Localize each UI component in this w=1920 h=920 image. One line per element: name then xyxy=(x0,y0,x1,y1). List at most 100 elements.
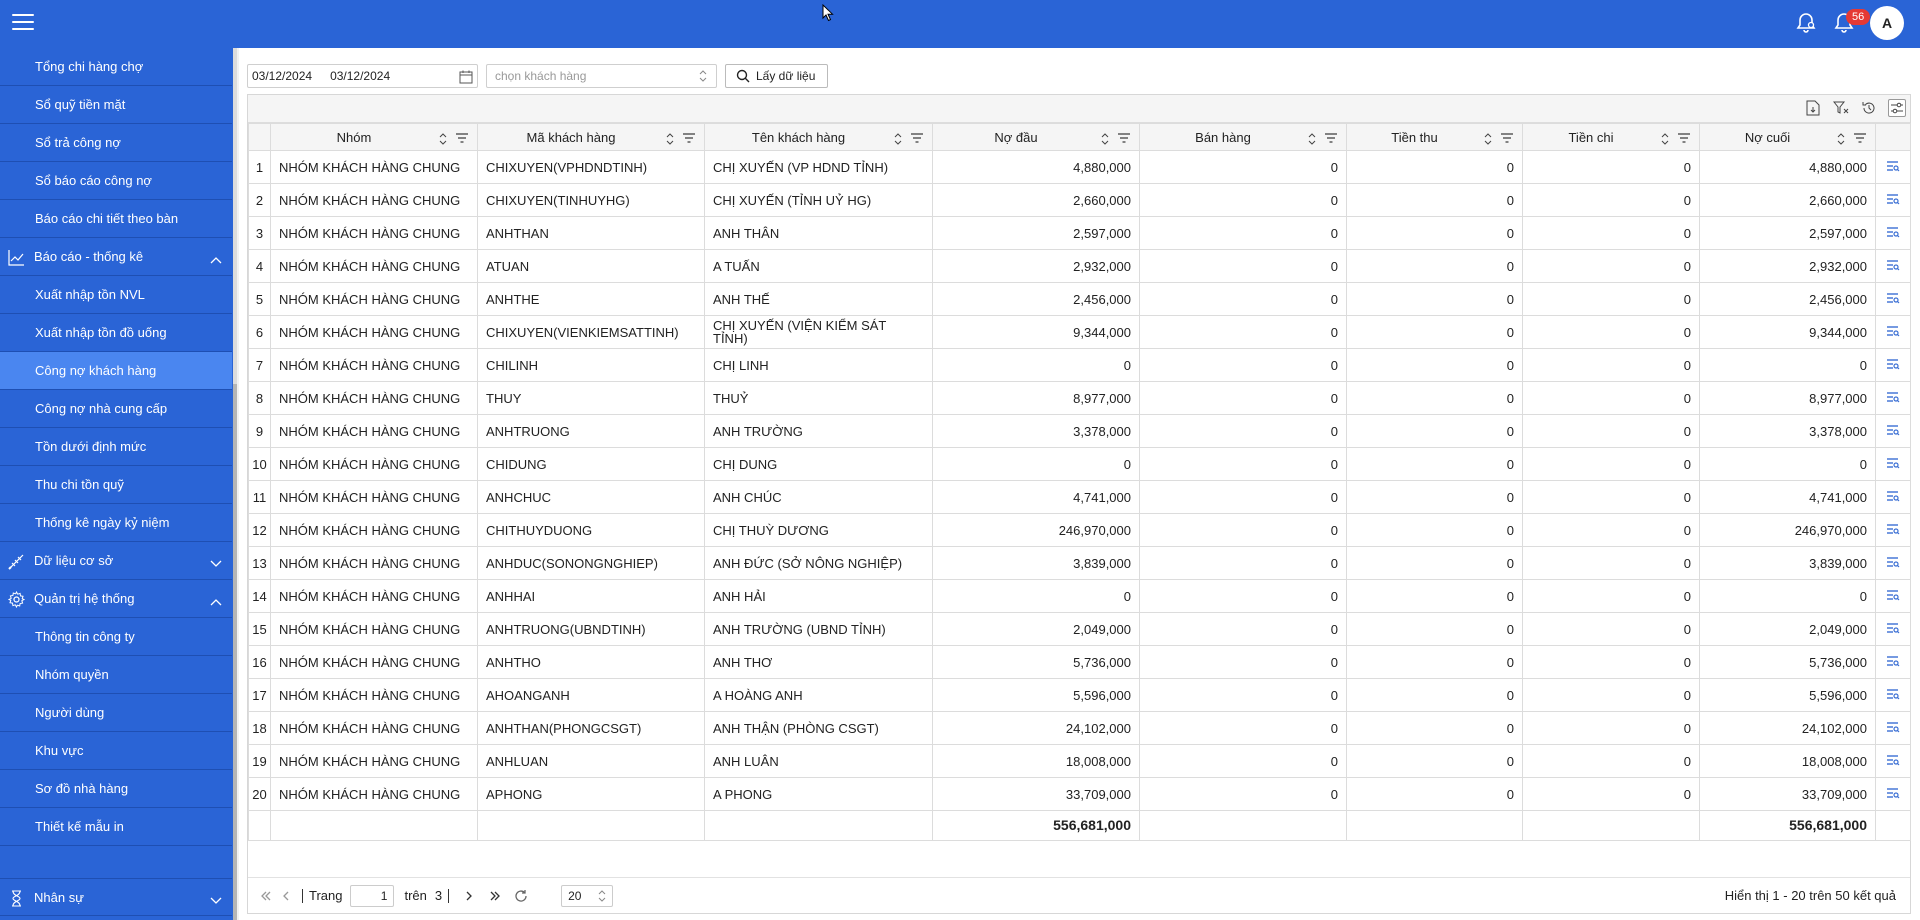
table-row[interactable]: 11 NHÓM KHÁCH HÀNG CHUNG ANHCHUC ANH CHÚC 4,… xyxy=(248,480,1911,514)
table-row[interactable]: 14 NHÓM KHÁCH HÀNG CHUNG ANHHAI ANH HẢI 0 0 0 0… xyxy=(248,579,1911,613)
row-detail-cell[interactable] xyxy=(1875,777,1911,811)
sidebar-item-bao-cao-chi-tiet-theo-ban[interactable]: Báo cáo chi tiết theo bàn xyxy=(0,200,232,238)
sidebar-item-cong-no-khach-hang[interactable]: Công nợ khách hàng xyxy=(0,352,232,390)
last-page-icon[interactable] xyxy=(485,886,505,906)
sidebar-group-du-lieu-co-so[interactable]: Dữ liệu cơ sở xyxy=(0,542,232,580)
avatar[interactable]: A xyxy=(1870,6,1904,40)
filter-icon[interactable] xyxy=(910,132,924,147)
sort-icon[interactable] xyxy=(894,133,902,148)
row-detail-cell[interactable] xyxy=(1875,348,1911,382)
table-row[interactable]: 5 NHÓM KHÁCH HÀNG CHUNG ANHTHE ANH THẾ 2,456… xyxy=(248,282,1911,316)
sidebar-item-cong-no-nha-cung-cap[interactable]: Công nợ nhà cung cấp xyxy=(0,390,232,428)
view-detail-icon[interactable] xyxy=(1886,226,1900,241)
view-detail-icon[interactable] xyxy=(1886,622,1900,637)
sidebar-item-xuat-nhap-ton-nvl[interactable]: Xuất nhập tồn NVL xyxy=(0,276,232,314)
column-header-tien-thu[interactable]: Tiền thu xyxy=(1346,123,1523,151)
table-row[interactable]: 16 NHÓM KHÁCH HÀNG CHUNG ANHTHO ANH THƠ 5,73… xyxy=(248,645,1911,679)
sidebar-item-thiet-ke-mau-in[interactable]: Thiết kế mẫu in xyxy=(0,808,232,846)
sidebar-item-tong-chi-hang-cho[interactable]: Tổng chi hàng chợ xyxy=(0,48,232,86)
row-detail-cell[interactable] xyxy=(1875,282,1911,316)
table-row[interactable]: 18 NHÓM KHÁCH HÀNG CHUNG ANHTHAN(PHONGCSGT… xyxy=(248,711,1911,745)
column-header-tien-chi[interactable]: Tiền chi xyxy=(1522,123,1700,151)
row-detail-cell[interactable] xyxy=(1875,381,1911,415)
row-detail-cell[interactable] xyxy=(1875,183,1911,217)
row-detail-cell[interactable] xyxy=(1875,315,1911,349)
view-detail-icon[interactable] xyxy=(1886,754,1900,769)
next-page-icon[interactable] xyxy=(459,886,479,906)
row-detail-cell[interactable] xyxy=(1875,513,1911,547)
table-row[interactable]: 9 NHÓM KHÁCH HÀNG CHUNG ANHTRUONG ANH TRƯỜN… xyxy=(248,414,1911,448)
row-detail-cell[interactable] xyxy=(1875,678,1911,712)
view-detail-icon[interactable] xyxy=(1886,358,1900,373)
date-to[interactable]: 03/12/2024 xyxy=(330,69,390,83)
filter-icon[interactable] xyxy=(1324,132,1338,147)
page-number-input[interactable]: 1 xyxy=(350,884,395,907)
column-header-ten-khach-hang[interactable]: Tên khách hàng xyxy=(704,123,933,151)
table-row[interactable]: 20 NHÓM KHÁCH HÀNG CHUNG APHONG A PHONG 33,7… xyxy=(248,777,1911,811)
sidebar-item-khu-vuc[interactable]: Khu vực xyxy=(0,732,232,770)
row-detail-cell[interactable] xyxy=(1875,711,1911,745)
view-detail-icon[interactable] xyxy=(1886,721,1900,736)
prev-page-icon[interactable] xyxy=(276,886,296,906)
row-detail-cell[interactable] xyxy=(1875,216,1911,250)
sort-icon[interactable] xyxy=(1661,133,1669,148)
sidebar-scrollbar-thumb[interactable] xyxy=(233,384,237,920)
column-header-no-cuoi[interactable]: Nợ cuối xyxy=(1699,123,1876,151)
table-row[interactable]: 13 NHÓM KHÁCH HÀNG CHUNG ANHDUC(SONONGNGHI… xyxy=(248,546,1911,580)
sidebar-group-quan-tri-he-thong[interactable]: Quản trị hệ thống xyxy=(0,580,232,618)
sidebar-item-thong-tin-cong-ty[interactable]: Thông tin công ty xyxy=(0,618,232,656)
view-detail-icon[interactable] xyxy=(1886,292,1900,307)
sort-icon[interactable] xyxy=(439,133,447,148)
table-row[interactable]: 3 NHÓM KHÁCH HÀNG CHUNG ANHTHAN ANH THÂN 2,5… xyxy=(248,216,1911,250)
sort-icon[interactable] xyxy=(1101,133,1109,148)
date-from[interactable]: 03/12/2024 xyxy=(252,69,312,83)
table-row[interactable]: 17 NHÓM KHÁCH HÀNG CHUNG AHOANGANH A HOÀNG … xyxy=(248,678,1911,712)
row-detail-cell[interactable] xyxy=(1875,645,1911,679)
view-detail-icon[interactable] xyxy=(1886,688,1900,703)
date-range-picker[interactable]: 03/12/2024 03/12/2024 xyxy=(247,64,478,88)
filter-icon[interactable] xyxy=(1117,132,1131,147)
sidebar-item-ton-duoi-dinh-muc[interactable]: Tồn dưới định mức xyxy=(0,428,232,466)
filter-icon[interactable] xyxy=(455,132,469,147)
sort-icon[interactable] xyxy=(1308,133,1316,148)
table-row[interactable]: 12 NHÓM KHÁCH HÀNG CHUNG CHITHUYDUONG CHỊ T… xyxy=(248,513,1911,547)
sidebar-item-so-tra-cong-no[interactable]: Sổ trả công nợ xyxy=(0,124,232,162)
view-detail-icon[interactable] xyxy=(1886,457,1900,472)
sort-icon[interactable] xyxy=(1837,133,1845,148)
view-detail-icon[interactable] xyxy=(1886,391,1900,406)
table-row[interactable]: 6 NHÓM KHÁCH HÀNG CHUNG CHIXUYEN(VIENKIEMS… xyxy=(248,315,1911,349)
sidebar-item-thong-ke-ngay-ky-niem[interactable]: Thống kê ngày kỷ niệm xyxy=(0,504,232,542)
table-row[interactable]: 8 NHÓM KHÁCH HÀNG CHUNG THUY THUỶ 8,977,000 0… xyxy=(248,381,1911,415)
filter-icon[interactable] xyxy=(1853,132,1867,147)
table-row[interactable]: 4 NHÓM KHÁCH HÀNG CHUNG ATUAN A TUẤN 2,932,0… xyxy=(248,249,1911,283)
sidebar-item-so-do-nha-hang[interactable]: Sơ đồ nhà hàng xyxy=(0,770,232,808)
view-detail-icon[interactable] xyxy=(1886,424,1900,439)
column-header-no-dau[interactable]: Nợ đầu xyxy=(932,123,1140,151)
page-size-select[interactable]: 20 xyxy=(561,884,614,907)
fetch-data-button[interactable]: Lấy dữ liệu xyxy=(725,64,829,88)
row-detail-cell[interactable] xyxy=(1875,249,1911,283)
view-detail-icon[interactable] xyxy=(1886,589,1900,604)
export-excel-icon[interactable] xyxy=(1804,99,1822,117)
row-detail-cell[interactable] xyxy=(1875,150,1911,184)
filter-icon[interactable] xyxy=(1500,132,1514,147)
sidebar-item-so-quy-tien-mat[interactable]: Sổ quỹ tiền mặt xyxy=(0,86,232,124)
column-header-ma-khach-hang[interactable]: Mã khách hàng xyxy=(477,123,705,151)
row-detail-cell[interactable] xyxy=(1875,447,1911,481)
view-detail-icon[interactable] xyxy=(1886,160,1900,175)
sidebar-item-nguoi-dung[interactable]: Người dùng xyxy=(0,694,232,732)
column-header-nhom[interactable]: Nhóm xyxy=(270,123,478,151)
filter-icon[interactable] xyxy=(682,132,696,147)
row-detail-cell[interactable] xyxy=(1875,546,1911,580)
row-detail-cell[interactable] xyxy=(1875,579,1911,613)
clear-filter-icon[interactable] xyxy=(1832,99,1850,117)
sort-icon[interactable] xyxy=(1484,133,1492,148)
calendar-icon[interactable] xyxy=(459,70,473,84)
table-row[interactable]: 2 NHÓM KHÁCH HÀNG CHUNG CHIXUYEN(TINHUYHG)… xyxy=(248,183,1911,217)
menu-icon[interactable] xyxy=(12,14,34,34)
notification-icon[interactable]: 56 xyxy=(1832,9,1871,35)
history-icon[interactable] xyxy=(1860,99,1878,117)
view-detail-icon[interactable] xyxy=(1886,325,1900,340)
table-row[interactable]: 19 NHÓM KHÁCH HÀNG CHUNG ANHLUAN ANH LUÂN 18… xyxy=(248,744,1911,778)
view-detail-icon[interactable] xyxy=(1886,556,1900,571)
